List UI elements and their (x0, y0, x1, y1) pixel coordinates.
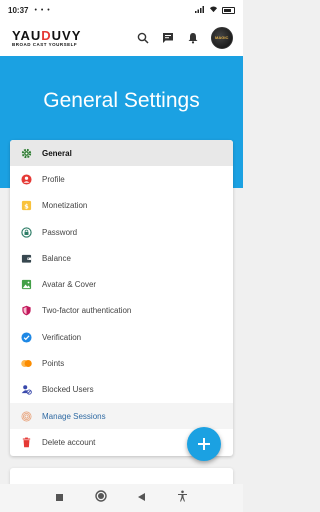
app-bar: YAUDUVY BROAD CAST YOURSELF MAGIC (0, 20, 243, 56)
lock-icon (21, 226, 32, 238)
menu-item-label: Password (42, 227, 78, 237)
points-icon (21, 358, 32, 369)
app-logo[interactable]: YAUDUVY BROAD CAST YOURSELF (12, 29, 81, 48)
menu-item-blocked-users[interactable]: Blocked Users (10, 377, 233, 403)
blocked-users-icon (21, 384, 32, 395)
menu-item-label: Manage Sessions (42, 411, 106, 421)
menu-item-label: Two-factor authentication (42, 306, 132, 316)
menu-item-label: General (42, 148, 72, 158)
back-triangle-icon (138, 493, 146, 501)
status-time: 10:37 (8, 5, 29, 15)
trash-icon (21, 437, 32, 448)
messages-icon[interactable] (161, 31, 175, 45)
home-circle-icon (95, 490, 107, 502)
menu-item-two-factor[interactable]: Two-factor authentication (10, 298, 233, 324)
shield-icon (21, 305, 32, 316)
page-header: General Settings (0, 56, 243, 145)
square-icon (56, 494, 64, 501)
menu-item-manage-sessions[interactable]: Manage Sessions (10, 402, 233, 430)
plus-icon (198, 438, 210, 450)
menu-item-label: Blocked Users (42, 385, 94, 395)
avatar[interactable]: MAGIC (211, 27, 233, 49)
menu-item-general[interactable]: General (10, 140, 233, 167)
menu-item-points[interactable]: Points (10, 350, 233, 376)
gear-icon (21, 148, 32, 159)
menu-item-label: Delete account (42, 437, 96, 447)
menu-item-verification[interactable]: Verification (10, 324, 233, 350)
system-nav-bar (0, 484, 243, 512)
accessibility-button[interactable] (177, 489, 188, 507)
logo-wordmark: YAUDUVY (12, 27, 82, 43)
menu-item-label: Balance (42, 253, 71, 263)
notifications-bell-icon[interactable] (186, 31, 200, 45)
recents-button[interactable] (55, 489, 64, 507)
image-icon (21, 279, 32, 290)
menu-item-avatar-cover[interactable]: Avatar & Cover (10, 271, 233, 297)
user-circle-icon (21, 174, 32, 185)
menu-item-label: Avatar & Cover (42, 280, 97, 290)
menu-item-monetization[interactable]: $ Monetization (10, 193, 233, 219)
search-icon[interactable] (136, 31, 150, 45)
menu-item-label: Profile (42, 174, 65, 184)
fingerprint-icon (21, 411, 32, 422)
menu-item-profile[interactable]: Profile (10, 166, 233, 192)
add-fab-button[interactable] (187, 427, 221, 461)
check-circle-icon (21, 332, 32, 343)
wallet-icon (21, 253, 32, 264)
avatar-label: MAGIC (215, 35, 229, 40)
status-notification-dots: • • • (34, 6, 51, 14)
settings-menu: General Profile $ Monetization Password … (10, 140, 233, 456)
status-bar: 10:37 • • • (0, 0, 243, 20)
battery-icon (222, 6, 235, 14)
monetization-icon: $ (21, 200, 32, 211)
menu-item-balance[interactable]: Balance (10, 245, 233, 271)
home-button[interactable] (95, 489, 107, 507)
logo-tagline: BROAD CAST YOURSELF (12, 41, 78, 47)
wifi-icon (209, 5, 218, 15)
accessibility-icon (177, 490, 187, 502)
menu-item-label: Monetization (42, 201, 88, 211)
menu-item-label: Points (42, 359, 65, 369)
page-title: General Settings (43, 88, 200, 112)
menu-item-label: Verification (42, 332, 82, 342)
back-button[interactable] (137, 489, 146, 507)
signal-icon (195, 5, 205, 15)
svg-text:$: $ (24, 202, 29, 210)
menu-item-password[interactable]: Password (10, 219, 233, 245)
